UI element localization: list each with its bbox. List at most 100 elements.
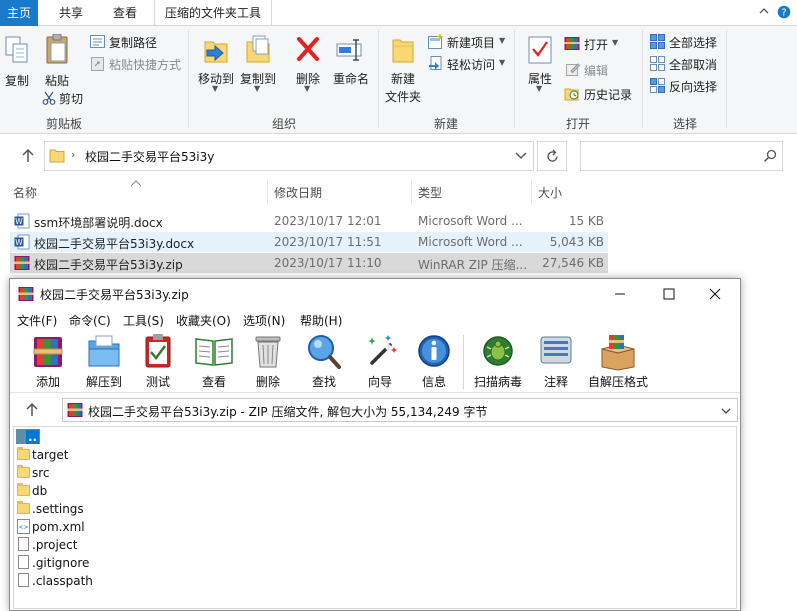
- winrar-toolbar: 添加 解压到 测试 查看 删除 查找 向导 信息 扫描病毒 注释 自解压格式: [10, 331, 740, 393]
- file-date: 2023/10/17 11:10: [274, 256, 382, 270]
- copy-button[interactable]: 复制: [2, 36, 32, 88]
- maximize-icon[interactable]: [661, 286, 677, 302]
- rename-button[interactable]: 重命名: [330, 34, 372, 86]
- address-bar[interactable]: › 校园二手交易平台53i3y: [44, 141, 534, 171]
- organize-group-label: 组织: [271, 117, 296, 131]
- move-to-button[interactable]: 移动到 ▼: [196, 34, 236, 94]
- tab-compressed-folder-tools[interactable]: 压缩的文件夹工具: [154, 0, 272, 26]
- svg-text:?: ?: [781, 8, 786, 19]
- column-divider[interactable]: [267, 180, 268, 204]
- column-name-header[interactable]: 名称: [13, 184, 37, 201]
- test-button[interactable]: 测试: [136, 331, 180, 393]
- list-item-name: target: [32, 448, 69, 462]
- extract-to-icon: [88, 335, 120, 367]
- column-divider[interactable]: [531, 180, 532, 204]
- file-date: 2023/10/17 12:01: [274, 214, 382, 228]
- close-icon[interactable]: [707, 286, 723, 302]
- invert-selection-icon: [650, 78, 665, 93]
- copy-to-button[interactable]: 复制到 ▼: [238, 34, 278, 94]
- info-button[interactable]: 信息: [412, 331, 456, 393]
- file-type: Microsoft Word ...: [418, 235, 523, 249]
- winrar-title-bar[interactable]: 校园二手交易平台53i3y.zip: [10, 279, 740, 309]
- chevron-down-icon[interactable]: [515, 151, 527, 161]
- folder-icon: [17, 447, 30, 460]
- group-divider: [378, 30, 379, 128]
- column-type-header[interactable]: 类型: [418, 184, 442, 201]
- menu-tools[interactable]: 工具(S): [123, 312, 164, 329]
- collapse-ribbon-icon[interactable]: [757, 5, 771, 19]
- file-name: 校园二手交易平台53i3y.zip: [34, 258, 183, 272]
- open-button[interactable]: 打开 ▼: [564, 36, 624, 52]
- find-button[interactable]: 查找: [302, 331, 346, 393]
- column-size-header[interactable]: 大小: [538, 184, 562, 201]
- paste-button[interactable]: 粘贴: [40, 34, 74, 88]
- tab-view[interactable]: 查看: [100, 0, 150, 26]
- file-row[interactable]: W ssm环境部署说明.docx 2023/10/17 12:01 Micros…: [10, 211, 608, 231]
- winrar-zip-icon: [14, 256, 30, 270]
- scissors-icon: [42, 91, 56, 105]
- file-row[interactable]: 校园二手交易平台53i3y.zip 2023/10/17 11:10 WinRA…: [10, 253, 608, 273]
- view-button[interactable]: 查看: [190, 331, 238, 393]
- chevron-down-icon[interactable]: [721, 407, 731, 415]
- winrar-window-title: 校园二手交易平台53i3y.zip: [40, 288, 189, 302]
- select-all-label: 全部选择: [669, 36, 718, 50]
- up-arrow-icon[interactable]: [20, 148, 38, 164]
- new-item-icon: [428, 34, 443, 49]
- address-path[interactable]: 校园二手交易平台53i3y: [85, 148, 214, 165]
- sfx-button[interactable]: 自解压格式: [584, 331, 652, 393]
- list-item-name: .project: [32, 538, 78, 552]
- clipboard-group-label: 剪贴板: [45, 117, 82, 131]
- menu-options[interactable]: 选项(N): [243, 312, 285, 329]
- winrar-path-bar: 校园二手交易平台53i3y.zip - ZIP 压缩文件, 解包大小为 55,1…: [10, 395, 740, 425]
- ribbon: 复制 粘贴 复制路径 粘贴快捷方式 剪切 剪贴板 移动到 ▼ 复制到 ▼ 删除 …: [0, 26, 797, 134]
- wizard-button[interactable]: 向导: [358, 331, 402, 393]
- menu-help[interactable]: 帮助(H): [300, 312, 342, 329]
- copy-to-icon: [246, 35, 270, 63]
- wizard-label: 向导: [367, 375, 392, 389]
- winrar-delete-label: 删除: [255, 375, 280, 389]
- column-date-header[interactable]: 修改日期: [274, 184, 322, 201]
- menu-file[interactable]: 文件(F): [17, 312, 57, 329]
- word-doc-icon: W: [14, 234, 30, 250]
- search-box[interactable]: [580, 141, 783, 171]
- select-all-icon: [650, 34, 665, 49]
- refresh-button[interactable]: [537, 141, 567, 171]
- rename-label: 重命名: [332, 72, 369, 86]
- select-none-icon: [650, 56, 665, 71]
- sfx-box-icon: [601, 335, 635, 371]
- new-folder-button[interactable]: 新建 文件夹: [382, 34, 424, 106]
- delete-button[interactable]: 删除 ▼: [290, 34, 326, 94]
- list-item-name: .classpath: [32, 574, 93, 588]
- extract-to-button[interactable]: 解压到: [80, 331, 128, 393]
- menu-favorites[interactable]: 收藏夹(O): [176, 312, 231, 329]
- add-button[interactable]: 添加: [26, 331, 70, 393]
- scan-virus-button[interactable]: 扫描病毒: [470, 331, 526, 393]
- properties-button[interactable]: 属性 ▼: [522, 36, 558, 96]
- sort-ascending-icon: [130, 176, 144, 187]
- file-type: WinRAR ZIP 压缩...: [418, 258, 528, 272]
- new-item-button[interactable]: 新建项目 ▼: [428, 34, 508, 50]
- edit-label: 编辑: [584, 64, 609, 78]
- tab-home[interactable]: 主页: [0, 0, 38, 26]
- menu-commands[interactable]: 命令(C): [69, 312, 111, 329]
- file-name: 校园二手交易平台53i3y.docx: [34, 237, 195, 251]
- archive-path-field[interactable]: 校园二手交易平台53i3y.zip - ZIP 压缩文件, 解包大小为 55,1…: [62, 398, 738, 422]
- file-name: ssm环境部署说明.docx: [34, 216, 163, 230]
- column-divider[interactable]: [411, 180, 412, 204]
- easy-access-button[interactable]: 轻松访问 ▼: [428, 56, 508, 72]
- comment-label: 注释: [543, 375, 568, 389]
- help-icon[interactable]: ?: [777, 5, 791, 19]
- tab-share[interactable]: 共享: [46, 0, 96, 26]
- file-row[interactable]: W 校园二手交易平台53i3y.docx 2023/10/17 11:51 Mi…: [10, 232, 608, 252]
- ribbon-tab-bar: 主页 共享 查看 压缩的文件夹工具 ?: [0, 0, 797, 26]
- history-label: 历史记录: [584, 88, 633, 102]
- open-label: 打开: [584, 38, 609, 52]
- svg-text:W: W: [15, 217, 23, 226]
- breadcrumb-chevron-icon: ›: [71, 148, 76, 161]
- winrar-delete-button[interactable]: 删除: [246, 331, 290, 393]
- comment-button[interactable]: 注释: [534, 331, 578, 393]
- paste-label: 粘贴: [44, 74, 69, 88]
- list-item-name: .settings: [32, 502, 84, 516]
- minimize-icon[interactable]: [612, 286, 628, 302]
- up-one-level-icon[interactable]: [24, 402, 40, 418]
